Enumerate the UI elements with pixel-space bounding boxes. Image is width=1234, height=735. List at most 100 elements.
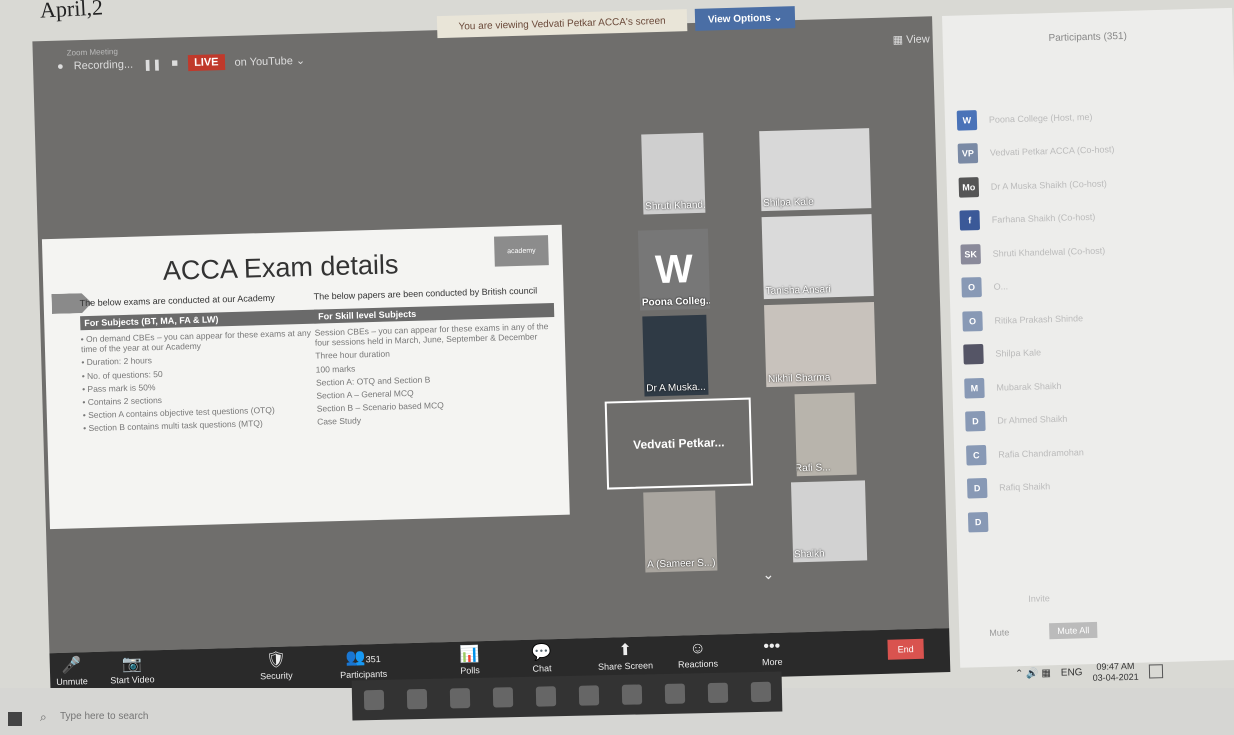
start-video-button[interactable]: 📷 Start Video	[110, 654, 155, 686]
mute-label[interactable]: Mute	[989, 627, 1009, 638]
more-button[interactable]: ••• More	[761, 637, 783, 668]
taskbar-app-icon[interactable]	[578, 685, 599, 706]
share-screen-button[interactable]: ⬆ Share Screen	[597, 640, 653, 672]
taskbar-app-icon[interactable]	[621, 684, 642, 705]
shield-icon: 🛡	[265, 651, 287, 670]
mute-all-button[interactable]: Mute All	[1049, 621, 1098, 640]
taskbar-app-icon[interactable]	[664, 683, 685, 704]
invite-link[interactable]: Invite	[1028, 593, 1050, 604]
polls-label: Polls	[460, 665, 480, 676]
tray-icons[interactable]: ⌃ 🔊 ▦	[1015, 668, 1051, 680]
taskbar-search-input[interactable]	[60, 711, 260, 722]
clock-date: 03-04-2021	[1092, 671, 1139, 683]
taskbar-app-icon[interactable]	[492, 687, 513, 708]
participants-count: 351	[365, 653, 381, 665]
chat-button[interactable]: 💬 Chat	[531, 643, 552, 674]
view-button[interactable]: ▦ View	[892, 32, 930, 46]
participant-name: Shruti Khandelwal (Co-host)	[992, 245, 1106, 259]
avatar: SK	[960, 243, 981, 265]
participant-tile-name: Shilpa Kale	[763, 196, 814, 210]
participant-tile[interactable]: Shruti Khand...	[641, 132, 706, 215]
reactions-button[interactable]: ☺ Reactions	[677, 639, 718, 670]
participant-tile[interactable]: Dr A Muska...	[642, 314, 709, 397]
page-corner-text: April,2	[39, 0, 104, 23]
clock[interactable]: 09:47 AM 03-04-2021	[1092, 661, 1139, 684]
meeting-label: Zoom Meeting	[66, 47, 118, 58]
slide-left-column: The below exams are conducted at our Aca…	[80, 292, 324, 437]
participants-panel: Participants (351) W Poona College (Host,…	[942, 7, 1234, 668]
participants-panel-title: Participants (351)	[1048, 30, 1128, 45]
panel-footer: Mute Mute All	[989, 619, 1219, 641]
participant-name: Dr A Muska Shaikh (Co-host)	[990, 178, 1107, 192]
participants-button[interactable]: 👥351 Participants	[339, 648, 387, 680]
avatar: f	[959, 210, 981, 231]
search-icon: ⌕	[40, 710, 47, 724]
language-indicator[interactable]: ENG	[1061, 667, 1083, 679]
unmute-label: Unmute	[56, 676, 88, 688]
participant-tile[interactable]: Shilpa Kale	[759, 128, 872, 212]
participant-name: Rafiq Shaikh	[999, 481, 1051, 493]
slide-right-line: Session CBEs – you can appear for these …	[314, 321, 549, 348]
avatar: D	[965, 411, 986, 432]
end-meeting-button[interactable]: End	[887, 638, 924, 660]
unmute-button[interactable]: 🎤 Unmute	[56, 656, 88, 687]
participants-icon: 👥351	[345, 649, 381, 667]
avatar	[963, 344, 984, 365]
windows-start-icon[interactable]	[8, 712, 22, 726]
share-screen-icon: ⬆	[618, 641, 633, 660]
taskbar-app-icon[interactable]	[449, 688, 470, 709]
participant-tile-active-speaker[interactable]: Vedvati Petkar...	[604, 397, 754, 490]
participant-tile[interactable]: Afzal Shaikh	[790, 480, 868, 563]
avatar: M	[964, 377, 985, 399]
chat-label: Chat	[532, 663, 552, 674]
participant-row[interactable]: D	[967, 498, 1234, 539]
participant-tile[interactable]: W Poona Colleg...	[637, 228, 711, 311]
participant-tile[interactable]: Nikhil Sharma	[764, 302, 877, 388]
chevron-down-icon[interactable]: ⌄	[762, 566, 774, 583]
share-screen-label: Share Screen	[597, 660, 654, 672]
taskbar-app-icon[interactable]	[363, 689, 384, 711]
slide-left-intro: The below exams are conducted at our Aca…	[79, 292, 275, 309]
participant-tile[interactable]: Tanisha Ansari	[761, 214, 874, 300]
security-button[interactable]: 🛡 Security	[260, 650, 293, 682]
participant-name: Dr Ahmed Shaikh	[997, 413, 1068, 426]
participants-label: Participants	[340, 668, 388, 681]
participant-name: Ritika Prakash Shinde	[994, 312, 1084, 326]
polls-button[interactable]: 📊 Polls	[459, 645, 480, 676]
notification-icon[interactable]	[1148, 663, 1163, 679]
taskbar-app-icon[interactable]	[750, 681, 771, 703]
avatar: O	[962, 310, 983, 332]
slide-left-line: • On demand CBEs – you can appear for th…	[80, 327, 312, 355]
participant-tile[interactable]: Abdul Rafi S...	[794, 392, 857, 477]
taskbar-app-icon[interactable]	[707, 682, 728, 704]
live-badge: LIVE	[187, 54, 225, 72]
more-label: More	[761, 656, 783, 668]
youtube-dropdown[interactable]: on YouTube ⌄	[234, 53, 305, 68]
participant-tile-name: Shruti Khand...	[645, 199, 706, 213]
participants-list: W Poona College (Host, me) VP Vedvati Petk…	[956, 96, 1234, 539]
avatar-letter: W	[654, 246, 694, 292]
participant-name: Shilpa Kale	[995, 347, 1042, 359]
avatar: Mo	[958, 176, 980, 198]
mic-icon: 🎤	[61, 657, 82, 675]
pause-icon[interactable]: ❚❚	[143, 57, 162, 71]
participant-tile[interactable]: A (Sameer S...)	[643, 490, 718, 573]
taskbar-app-icon[interactable]	[406, 688, 427, 710]
taskbar-app-icon[interactable]	[535, 686, 556, 707]
avatar: VP	[957, 143, 979, 164]
participant-tile-name: Tanisha Ansari	[765, 284, 831, 298]
slide-left-header: For Subjects (BT, MA, FA & LW)	[80, 309, 321, 331]
stop-icon[interactable]: ■	[171, 57, 178, 69]
system-tray: ⌃ 🔊 ▦ ENG 09:47 AM 03-04-2021	[1015, 660, 1163, 685]
participant-tile-name: Nikhil Sharma	[767, 372, 831, 386]
participant-tile-name: Dr A Muska...	[646, 381, 706, 395]
slide-right-header: For Skill level Subjects	[313, 302, 555, 324]
video-camera-icon: 📷	[121, 655, 143, 674]
slide-logo: academy	[494, 235, 549, 267]
avatar: O	[961, 277, 982, 298]
recording-label: Recording...	[73, 58, 134, 73]
view-options-button[interactable]: View Options ⌄	[694, 6, 796, 31]
avatar: C	[966, 444, 987, 466]
participant-name: Rafia Chandramohan	[998, 446, 1084, 460]
participant-name: Vedvati Petkar ACCA (Co-host)	[989, 144, 1115, 158]
